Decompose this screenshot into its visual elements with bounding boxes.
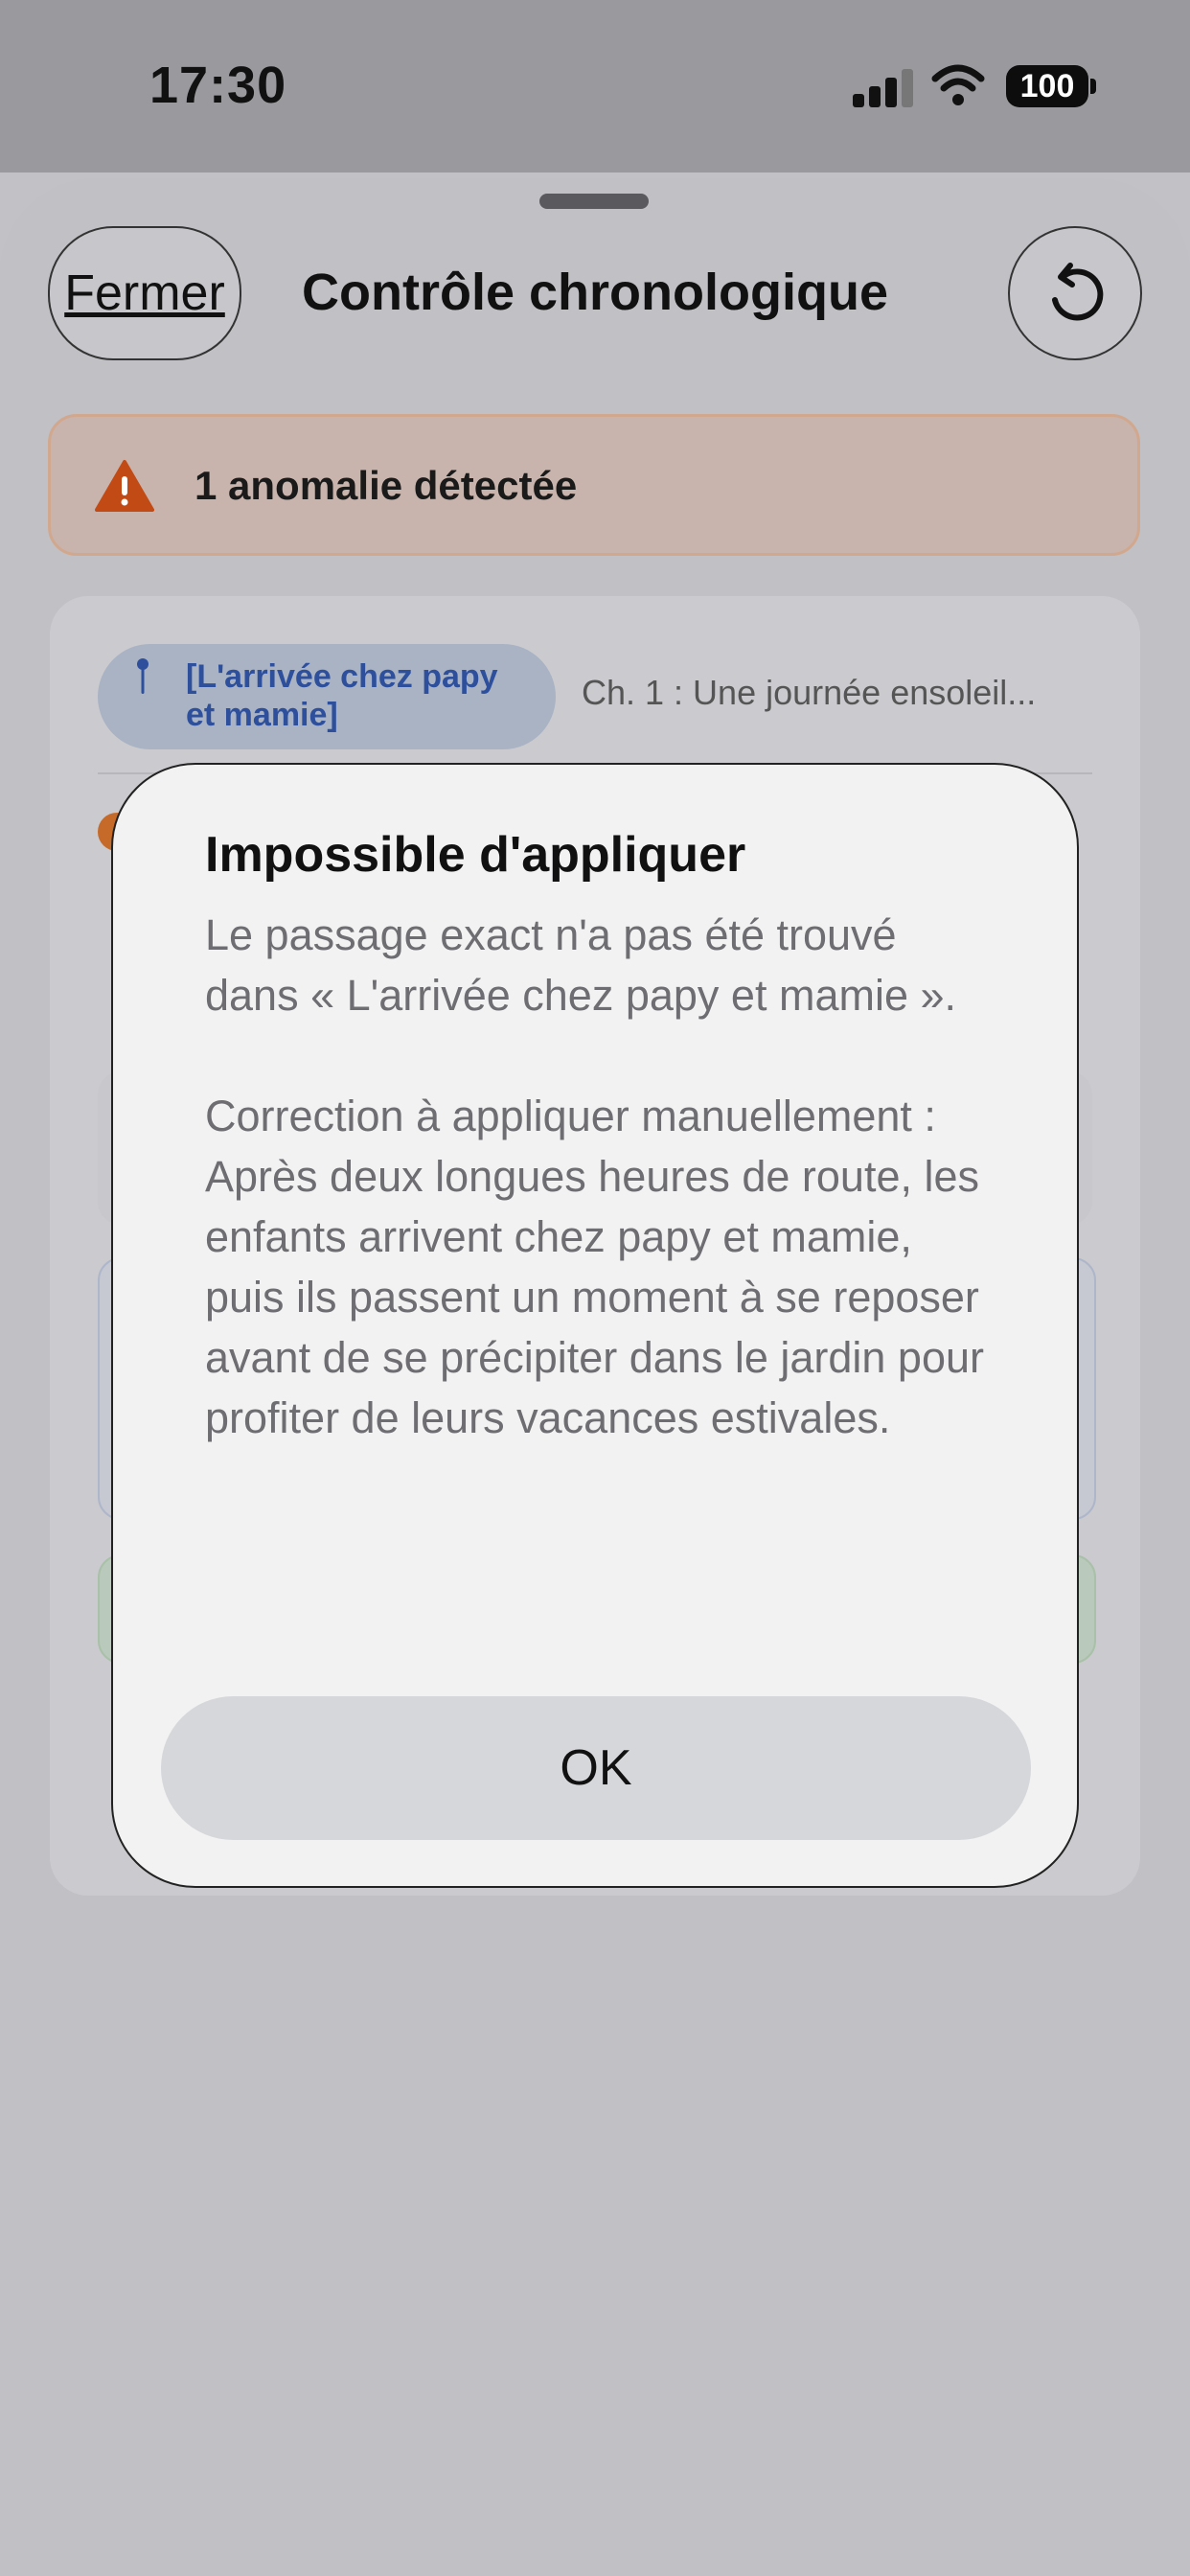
dialog-message-correction: Après deux longues heures de route, les … — [205, 1152, 984, 1442]
dialog-message-instruction: Correction à appliquer manuellement : — [205, 1092, 936, 1140]
battery-nub — [1090, 79, 1096, 94]
dialog-message: Le passage exact n'a pas été trouvé dans… — [205, 905, 991, 1448]
scene-chip[interactable]: [L'arrivée chez papy et mamie] — [98, 644, 556, 749]
sheet-grabber[interactable] — [539, 194, 649, 209]
warning-triangle-icon — [95, 460, 154, 512]
status-bar: 17:30 100 — [0, 0, 1190, 172]
error-dialog: Impossible d'appliquer Le passage exact … — [111, 763, 1079, 1888]
status-time: 17:30 — [149, 57, 287, 114]
chapter-label: Ch. 1 : Une journée ensoleil... — [582, 673, 1037, 712]
battery-icon: 100 — [1006, 65, 1088, 107]
undo-button[interactable] — [1008, 226, 1142, 360]
dialog-title: Impossible d'appliquer — [205, 827, 746, 883]
pin-icon — [137, 658, 149, 694]
dialog-message-not-found: Le passage exact n'a pas été trouvé dans… — [205, 910, 957, 1020]
anomaly-banner[interactable]: 1 anomalie détectée — [48, 414, 1140, 556]
wifi-icon — [931, 64, 985, 105]
signal-icon — [853, 69, 913, 107]
ok-button[interactable]: OK — [161, 1696, 1031, 1840]
scene-chip-label: [L'arrivée chez papy et mamie] — [186, 658, 498, 733]
anomaly-count: 1 anomalie détectée — [195, 463, 578, 508]
undo-icon — [1052, 263, 1104, 321]
